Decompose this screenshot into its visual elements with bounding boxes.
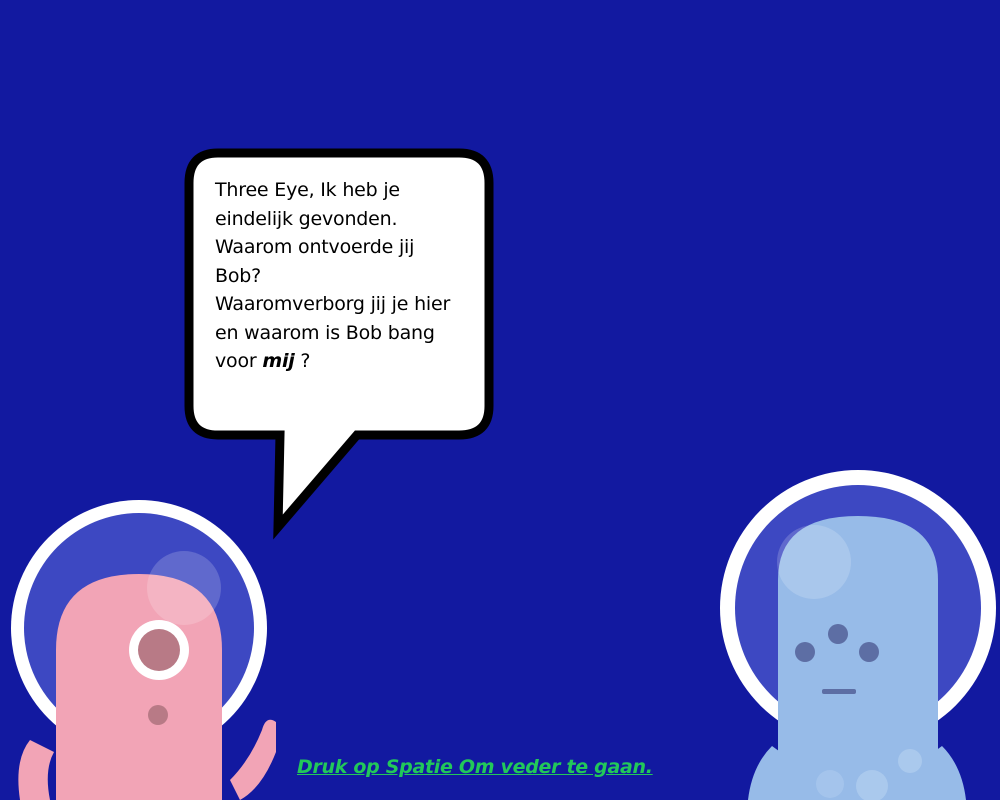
pink-alien-character: [11, 500, 276, 800]
pink-alien-arm: [230, 719, 276, 800]
dialogue-line: Bob?: [215, 264, 262, 287]
blue-alien-eye-top: [828, 624, 848, 644]
dialogue-emphasis: mij: [262, 350, 295, 372]
speech-bubble-text: Three Eye, Ik heb je eindelijk gevonden.…: [215, 176, 465, 376]
blue-alien-eye-right: [859, 642, 879, 662]
blue-alien-eye-left: [795, 642, 815, 662]
game-scene: Three Eye, Ik heb je eindelijk gevonden.…: [0, 0, 1000, 800]
pink-alien-helmet-shine: [147, 551, 221, 625]
blue-alien-spot: [816, 770, 844, 798]
blue-alien-mouth: [822, 689, 856, 694]
pink-alien-left-arm: [18, 740, 54, 800]
dialogue-line: Waarom ontvoerde jij: [215, 236, 415, 258]
dialogue-line-last: voor mij ?: [215, 347, 465, 376]
dialogue-line: Three Eye, Ik heb je: [215, 179, 400, 201]
dialogue-text: voor: [215, 350, 263, 372]
dialogue-line: en waarom is Bob bang: [215, 321, 435, 344]
dialogue-text: ?: [294, 350, 311, 372]
pink-alien-eye: [138, 629, 180, 671]
dialogue-line: eindelijk gevonden.: [215, 207, 398, 230]
blue-alien-helmet-shine: [777, 525, 851, 599]
blue-alien-spot: [898, 749, 922, 773]
dialogue-line: Waaromverborg jij je hier: [215, 293, 451, 315]
continue-prompt-link[interactable]: Druk op Spatie Om veder te gaan.: [297, 756, 653, 778]
pink-alien-mouth: [148, 705, 168, 725]
blue-three-eye-alien-character: [720, 470, 996, 800]
